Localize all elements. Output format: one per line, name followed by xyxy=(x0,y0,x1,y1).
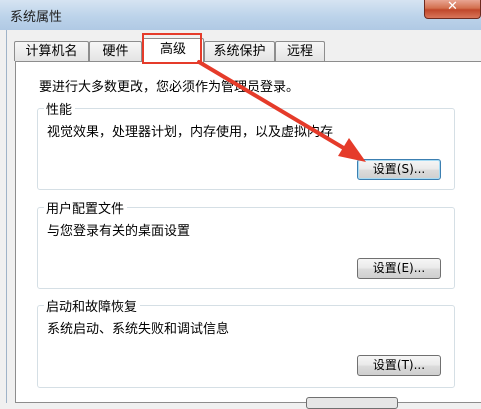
arrow-head xyxy=(338,138,366,162)
arrow-shaft xyxy=(197,60,354,155)
annotation-arrow xyxy=(197,60,366,162)
